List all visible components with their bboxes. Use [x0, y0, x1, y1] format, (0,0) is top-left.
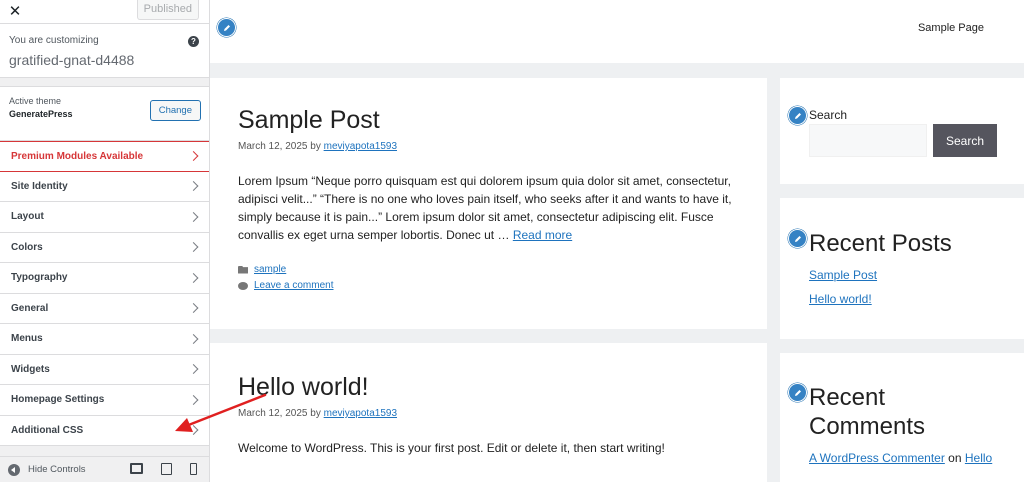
post-title[interactable]: Sample Post: [238, 106, 739, 135]
edit-pencil-icon[interactable]: [788, 383, 807, 402]
post-meta: March 12, 2025 by meviyapota1593: [238, 408, 739, 419]
chevron-right-icon: [188, 151, 199, 162]
recent-posts-list: Sample Post Hello world!: [809, 268, 1024, 306]
post-title[interactable]: Hello world!: [238, 373, 739, 402]
widget-title: Recent Comments: [809, 383, 1024, 441]
menu-item-typography[interactable]: Typography: [0, 263, 209, 294]
active-theme-section: Active theme GeneratePress Change: [0, 86, 209, 141]
menu-item-label: Typography: [11, 272, 68, 284]
post-footer-meta: sample Leave a comment: [238, 264, 739, 291]
leave-comment-link[interactable]: Leave a comment: [254, 280, 334, 291]
read-more-link[interactable]: Read more: [513, 228, 572, 242]
chevron-right-icon: [188, 303, 199, 314]
hide-controls-button[interactable]: Hide Controls: [28, 464, 86, 475]
chevron-right-icon: [188, 364, 199, 375]
menu-item-label: Additional CSS: [11, 424, 84, 436]
chevron-right-icon: [188, 242, 199, 253]
nav-link-sample-page[interactable]: Sample Page: [918, 22, 984, 34]
recent-post-link[interactable]: Sample Post: [809, 268, 1024, 282]
menu-item-premium-modules[interactable]: Premium Modules Available: [0, 141, 209, 172]
comment-author-link[interactable]: A WordPress Commenter: [809, 451, 945, 465]
chevron-right-icon: [188, 272, 199, 283]
site-header: Sample Page: [210, 0, 1024, 63]
search-input[interactable]: [809, 124, 927, 157]
close-icon[interactable]: ✕: [0, 0, 30, 22]
folder-icon: [238, 265, 248, 274]
edit-pencil-icon[interactable]: [788, 106, 807, 125]
customizer-menu: Premium Modules Available Site Identity …: [0, 141, 209, 446]
tablet-icon[interactable]: [161, 463, 172, 475]
chevron-right-icon: [188, 181, 199, 192]
customizing-label: You are customizing: [9, 35, 99, 46]
recent-posts-widget: Recent Posts Sample Post Hello world!: [780, 198, 1024, 339]
help-icon[interactable]: ?: [188, 36, 199, 47]
widget-title: Recent Posts: [809, 230, 952, 257]
widget-title-line: Comments: [809, 413, 926, 440]
comment-on-text: on: [948, 451, 962, 465]
chevron-right-icon: [188, 211, 199, 222]
chevron-right-icon: [188, 394, 199, 405]
menu-item-site-identity[interactable]: Site Identity: [0, 171, 209, 202]
post-date: March 12, 2025: [238, 141, 308, 152]
chevron-right-icon: [188, 333, 199, 344]
customizer-sidebar: ✕ Published You are customizing gratifie…: [0, 0, 210, 482]
site-name: gratified-gnat-d4488: [9, 52, 135, 68]
widget-title-line: Recent: [809, 384, 886, 411]
menu-item-general[interactable]: General: [0, 293, 209, 324]
post-article: Sample Post March 12, 2025 by meviyapota…: [210, 78, 767, 329]
menu-item-label: Premium Modules Available: [11, 150, 144, 162]
post-meta: March 12, 2025 by meviyapota1593: [238, 141, 739, 152]
customizing-info: You are customizing gratified-gnat-d4488…: [0, 24, 209, 78]
menu-item-colors[interactable]: Colors: [0, 232, 209, 263]
site-preview: Sample Page Sample Post March 12, 2025 b…: [210, 0, 1024, 482]
post-author-link[interactable]: meviyapota1593: [324, 408, 397, 419]
search-button[interactable]: Search: [933, 124, 997, 157]
post-excerpt: Welcome to WordPress. This is your first…: [238, 441, 665, 455]
edit-pencil-icon[interactable]: [217, 18, 236, 37]
menu-item-label: Site Identity: [11, 180, 68, 192]
post-date: March 12, 2025: [238, 408, 308, 419]
collapse-arrow-icon[interactable]: [8, 463, 20, 476]
search-form: Search: [809, 124, 1024, 157]
search-label: Search: [809, 108, 848, 122]
menu-item-label: Widgets: [11, 363, 50, 375]
desktop-icon[interactable]: [130, 463, 143, 474]
post-article: Hello world! March 12, 2025 by meviyapot…: [210, 343, 767, 482]
menu-item-additional-css[interactable]: Additional CSS: [0, 415, 209, 446]
menu-item-label: Homepage Settings: [11, 394, 105, 406]
comment-icon: [238, 281, 248, 290]
sidebar-footer: Hide Controls: [0, 456, 209, 482]
menu-item-label: General: [11, 302, 49, 314]
device-preview-toggles: [130, 463, 197, 475]
chevron-right-icon: [188, 425, 199, 436]
menu-item-label: Layout: [11, 211, 44, 223]
menu-item-menus[interactable]: Menus: [0, 324, 209, 355]
post-by: by: [310, 408, 321, 419]
menu-item-layout[interactable]: Layout: [0, 202, 209, 233]
menu-item-label: Menus: [11, 333, 43, 345]
menu-item-widgets[interactable]: Widgets: [0, 354, 209, 385]
recent-comments-list: A WordPress Commenter on Hello: [809, 451, 1024, 465]
post-author-link[interactable]: meviyapota1593: [324, 141, 397, 152]
edit-pencil-icon[interactable]: [788, 229, 807, 248]
published-button[interactable]: Published: [136, 0, 199, 20]
recent-comments-widget: Recent Comments A WordPress Commenter on…: [780, 353, 1024, 482]
mobile-icon[interactable]: [190, 463, 197, 475]
recent-post-link[interactable]: Hello world!: [809, 292, 1024, 306]
category-link[interactable]: sample: [254, 264, 286, 275]
change-theme-button[interactable]: Change: [149, 100, 201, 121]
comment-post-link[interactable]: Hello: [965, 451, 992, 465]
post-by: by: [310, 141, 321, 152]
menu-item-homepage-settings[interactable]: Homepage Settings: [0, 385, 209, 416]
post-excerpt: Lorem Ipsum “Neque porro quisquam est qu…: [238, 172, 739, 244]
sidebar-header: ✕ Published: [0, 0, 209, 24]
excerpt-text: Lorem Ipsum “Neque porro quisquam est qu…: [238, 174, 732, 242]
menu-item-label: Colors: [11, 241, 43, 253]
search-widget: Search Search: [780, 78, 1024, 184]
